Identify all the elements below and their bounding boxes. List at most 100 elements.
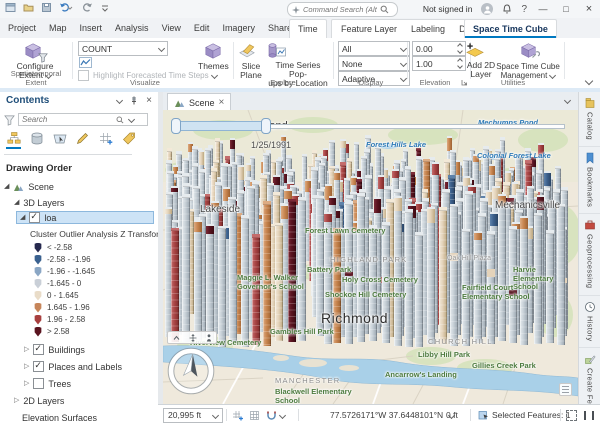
list-by-editing-icon[interactable] — [75, 132, 90, 149]
themes-button[interactable]: Themes — [198, 42, 228, 80]
dock-tab-catalog[interactable]: Catalog — [579, 92, 600, 147]
dock-tab-bookmarks[interactable]: Bookmarks — [579, 147, 600, 214]
tab-imagery[interactable]: Imagery — [222, 23, 255, 33]
command-search-input[interactable] — [303, 5, 377, 14]
layer-visibility-checkbox[interactable] — [33, 378, 44, 389]
group-spatiotemporal-extent: Spatiotemporal Extent — [0, 69, 72, 87]
snapping-toggle[interactable] — [266, 410, 285, 421]
layer-visibility-checkbox[interactable] — [33, 344, 44, 355]
account-avatar[interactable] — [481, 3, 493, 15]
chevron-down-icon — [211, 72, 218, 79]
time-slider[interactable]: 1/25/1991 — [169, 116, 569, 138]
save-project-icon[interactable] — [41, 2, 52, 13]
redo-icon[interactable] — [80, 2, 94, 13]
elevation-base-spinner[interactable]: 0.00 — [412, 41, 466, 56]
maximize-button[interactable]: □ — [559, 4, 573, 14]
spinner-arrows-icon[interactable] — [458, 59, 462, 68]
first-person-icon[interactable] — [206, 334, 212, 342]
open-project-icon[interactable] — [23, 2, 34, 13]
pin-icon[interactable] — [130, 96, 138, 105]
overview-widget-icon[interactable] — [559, 383, 572, 396]
scene-view-tab[interactable]: Scene × — [167, 93, 231, 111]
cursor-coordinates[interactable]: 77.5726171°W 37.6448101°N — [330, 405, 454, 424]
selection-box-icon[interactable] — [566, 410, 577, 421]
elevation-dialog-launcher-icon[interactable] — [461, 79, 468, 86]
tab-space-time-cube[interactable]: Space Time Cube — [464, 19, 557, 38]
spinner-arrows-icon[interactable] — [458, 44, 462, 53]
time-slider-start-handle[interactable] — [171, 118, 181, 134]
time-slider-end-handle[interactable] — [261, 118, 271, 134]
tree-item-3d-layers[interactable]: ◢ 3D Layers — [14, 196, 172, 209]
compass-navigator[interactable] — [165, 345, 217, 397]
slice-plane-button[interactable]: SlicePlane — [238, 42, 264, 80]
tree-item-loa[interactable]: ◢ loa — [16, 211, 154, 224]
layer-visibility-checkbox[interactable] — [33, 361, 44, 372]
collapsed-icon[interactable]: ▷ — [24, 380, 29, 387]
navigator-mini-toolbar[interactable] — [167, 331, 217, 344]
time-slider-date: 1/25/1991 — [251, 140, 291, 150]
layer-visibility-checkbox[interactable] — [29, 212, 40, 223]
dock-tab-geoprocessing[interactable]: Geoprocessing — [579, 214, 600, 295]
elevation-exaggeration-spinner[interactable]: 1.00 — [412, 56, 466, 71]
contents-search-input[interactable] — [22, 115, 114, 124]
time-series-chart-icon[interactable] — [79, 57, 92, 68]
tree-item-elevation-surfaces[interactable]: Elevation Surfaces — [22, 411, 180, 424]
expand-navigator-icon[interactable] — [173, 335, 180, 341]
pause-drawing-icon[interactable] — [584, 411, 594, 420]
tree-item-scene[interactable]: ◢ Scene — [4, 180, 162, 193]
scene-viewport[interactable]: AshlandMechumps PondForest Hills LakeCol… — [163, 110, 578, 404]
close-button[interactable]: × — [582, 3, 596, 15]
tab-feature-layer[interactable]: Feature Layer — [341, 24, 397, 34]
tab-edit[interactable]: Edit — [194, 23, 210, 33]
list-by-selection-icon[interactable] — [52, 132, 67, 149]
map-scale-select[interactable]: 20,995 ft — [163, 405, 223, 424]
grid-icon[interactable] — [249, 410, 260, 421]
contents-search[interactable] — [18, 113, 148, 126]
tab-time[interactable]: Time — [289, 19, 327, 38]
tab-labeling[interactable]: Labeling — [411, 24, 445, 34]
legend-swatch — [34, 243, 42, 253]
collapsed-icon[interactable]: ▷ — [14, 397, 19, 404]
pan-icon[interactable] — [189, 334, 197, 342]
list-by-drawing-order-icon[interactable] — [6, 132, 21, 149]
tab-analysis[interactable]: Analysis — [115, 23, 149, 33]
minimize-button[interactable]: — — [536, 4, 550, 14]
snapping-grid-plus-icon[interactable] — [232, 410, 243, 421]
title-bar: Not signed in ? — □ × — [0, 0, 600, 19]
new-project-icon[interactable] — [5, 2, 16, 13]
tree-item-2d-layers[interactable]: ▷ 2D Layers — [14, 394, 172, 407]
signin-status[interactable]: Not signed in — [423, 4, 473, 14]
command-search[interactable] — [287, 2, 398, 17]
tab-insert[interactable]: Insert — [80, 23, 103, 33]
stc-management-button[interactable]: Space Time CubeManagement — [496, 42, 560, 80]
collapsed-icon[interactable]: ▷ — [24, 346, 29, 353]
help-icon[interactable]: ? — [521, 4, 527, 15]
list-by-snapping-icon[interactable] — [98, 132, 113, 149]
expand-icon[interactable]: ◢ — [14, 199, 19, 206]
tab-project[interactable]: Project — [8, 23, 36, 33]
close-pane-icon[interactable]: × — [146, 95, 152, 106]
ribbon-collapse-icon[interactable] — [583, 76, 592, 86]
display-dropdown-none[interactable]: None — [338, 56, 410, 71]
view-list-chevron-icon[interactable] — [564, 97, 571, 104]
customize-qat-icon[interactable] — [101, 3, 109, 13]
list-by-data-source-icon[interactable] — [29, 132, 44, 149]
selected-features-status[interactable]: Selected Features: 1 — [478, 405, 570, 424]
configure-extent-button[interactable] — [24, 42, 46, 62]
notifications-icon[interactable] — [502, 4, 512, 15]
tab-view[interactable]: View — [162, 23, 181, 33]
variable-dropdown[interactable]: COUNT — [78, 41, 168, 56]
dock-tab-history[interactable]: History — [579, 296, 600, 348]
list-by-labeling-icon[interactable] — [121, 132, 136, 149]
close-view-icon[interactable]: × — [219, 97, 225, 108]
filter-icon[interactable] — [4, 115, 15, 126]
chevron-down-icon — [279, 411, 286, 418]
expand-icon[interactable]: ◢ — [20, 214, 25, 221]
add-2d-layer-button[interactable]: Add 2DLayer — [466, 42, 496, 79]
tab-map[interactable]: Map — [49, 23, 67, 33]
pane-menu-chevron-icon[interactable] — [116, 97, 123, 104]
collapsed-icon[interactable]: ▷ — [24, 363, 29, 370]
undo-icon[interactable] — [59, 2, 73, 13]
expand-icon[interactable]: ◢ — [4, 183, 9, 190]
display-dropdown-all[interactable]: All — [338, 41, 410, 56]
